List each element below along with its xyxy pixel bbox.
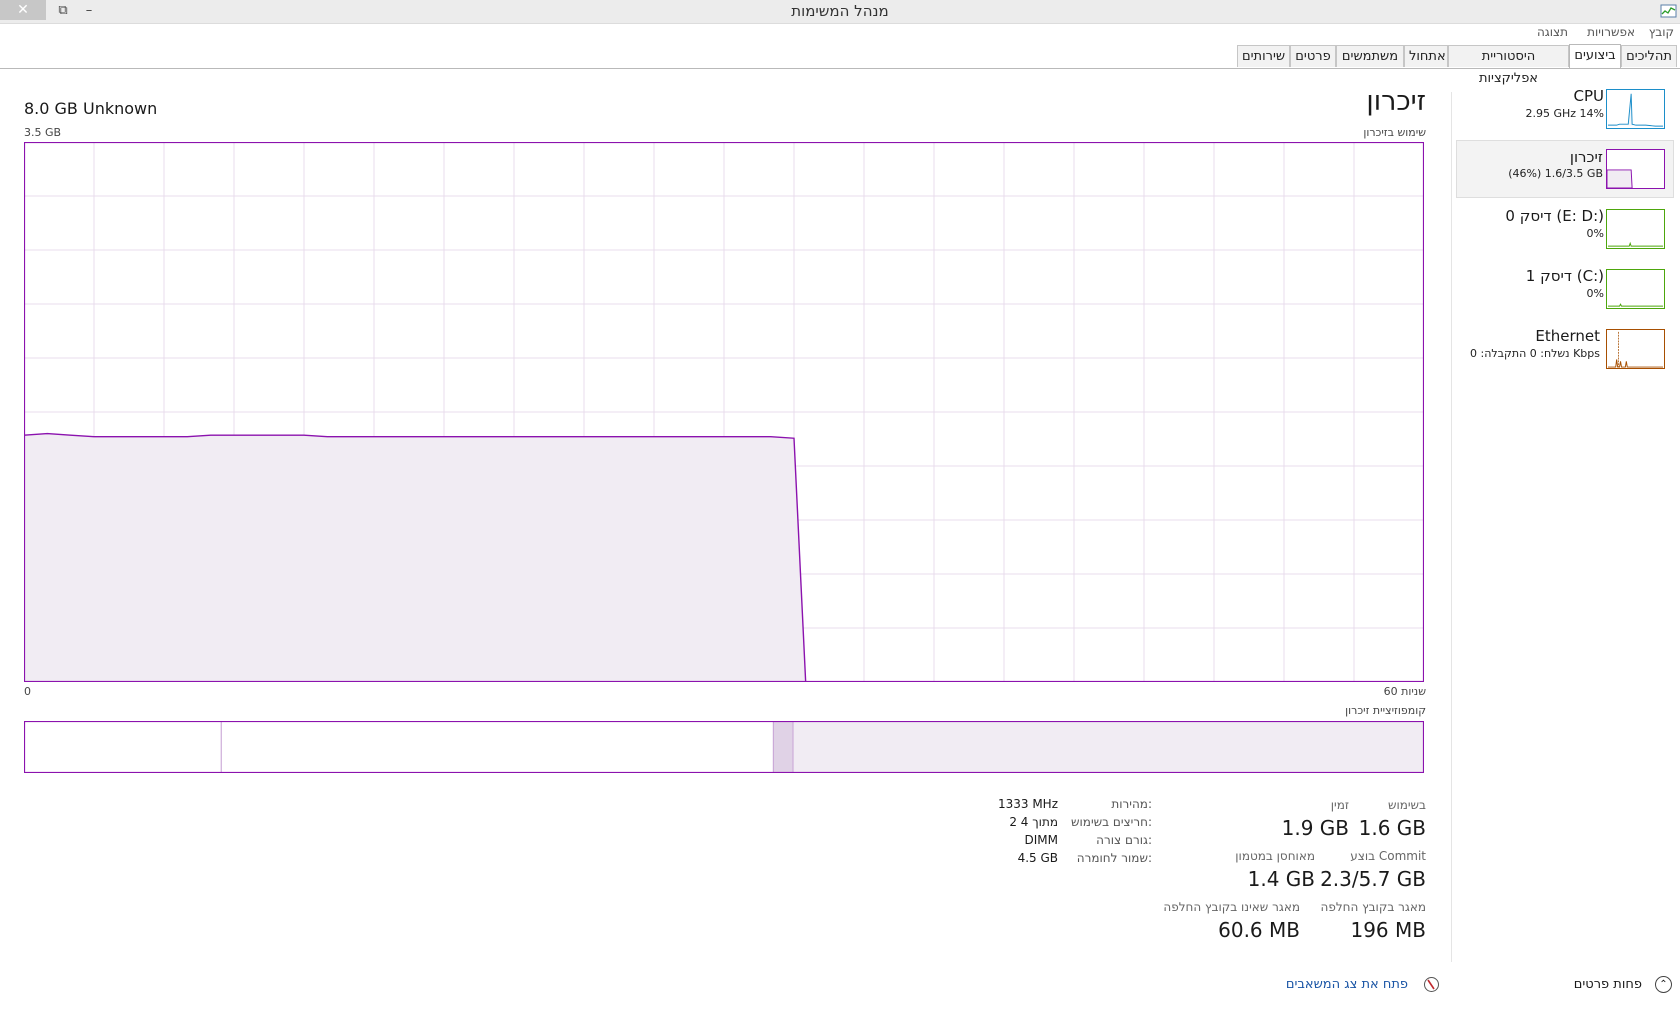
fewer-details-link[interactable]: פחות פרטים <box>1574 977 1642 992</box>
menu-view[interactable]: תצוגה <box>1537 25 1568 39</box>
composition-label: קומפוזיציית זיכרון <box>1345 704 1426 717</box>
available-value: 1.9 GB <box>1281 816 1349 840</box>
commit-value: 2.3/5.7 GB <box>1320 867 1426 891</box>
tab-services[interactable]: שירותים <box>1237 45 1290 67</box>
window-title: מנהל המשימות <box>791 2 889 20</box>
nonpaged-pool-label: מאגר שאינו בקובץ החלפה <box>1163 900 1300 914</box>
resource-memory[interactable]: זיכרון (46%) 1.6/3.5 GB <box>1456 140 1674 198</box>
resource-memory-title: זיכרון <box>1569 148 1603 166</box>
chart-series <box>24 432 807 682</box>
paged-pool-label: מאגר בקובץ החלפה <box>1320 900 1427 914</box>
resource-ethernet-title: Ethernet <box>1535 327 1600 345</box>
resource-cpu[interactable]: CPU 2.95 GHz 14% <box>1456 80 1674 138</box>
memory-model: 8.0 GB Unknown <box>24 99 158 118</box>
chart-x-time-label: 60 שניות <box>1383 685 1426 698</box>
hardware-reserved-label: שמור לחומרה: <box>1076 851 1152 865</box>
resource-ethernet[interactable]: Ethernet נשלח: 0 התקבלה: 0 Kbps <box>1452 320 1676 378</box>
in-use-label: בשימוש <box>1387 798 1426 812</box>
resource-memory-sub: (46%) 1.6/3.5 GB <box>1508 167 1603 180</box>
cached-value: 1.4 GB <box>1247 867 1315 891</box>
composition-segment-standby[interactable] <box>220 721 774 773</box>
resource-monitor-icon <box>1424 977 1439 992</box>
tab-details[interactable]: פרטים <box>1290 45 1336 67</box>
composition-segment-modified[interactable] <box>772 721 794 773</box>
resource-cpu-title: CPU <box>1573 87 1605 105</box>
available-label: זמין <box>1330 798 1349 812</box>
resource-disk1-sub: 0% <box>1586 287 1604 300</box>
page-title: זיכרון <box>1366 86 1426 117</box>
in-use-value: 1.6 GB <box>1358 816 1426 840</box>
resource-disk-0[interactable]: דיסק 0 (E: D:) 0% <box>1456 200 1674 258</box>
resource-disk0-sub: 0% <box>1586 227 1604 240</box>
commit-label: בוצע Commit <box>1350 849 1426 863</box>
memory-thumbnail <box>1606 149 1665 189</box>
speed-label: מהירות: <box>1111 797 1152 811</box>
chart-x-min-label: 0 <box>24 685 31 698</box>
memory-usage-chart <box>24 142 1424 682</box>
menu-bar <box>0 23 1680 41</box>
restore-button[interactable]: ⧉ <box>52 0 74 20</box>
resource-disk-1[interactable]: דיסק 1 (C:) 0% <box>1456 260 1674 318</box>
chart-max-label: 3.5 GB <box>24 126 62 139</box>
disk1-thumbnail <box>1606 269 1665 309</box>
disk0-thumbnail <box>1606 209 1665 249</box>
cpu-thumbnail <box>1606 89 1665 129</box>
slots-value: 2 מתוך 4 <box>1009 815 1058 829</box>
chart-title: שימוש בזיכרון <box>1363 126 1426 139</box>
menu-options[interactable]: אפשרויות <box>1587 25 1635 39</box>
resource-disk1-title: דיסק 1 (C:) <box>1525 267 1604 285</box>
memory-composition-bar <box>24 721 1424 773</box>
tab-app-history[interactable]: היסטוריית אפליקציות <box>1448 45 1569 86</box>
tab-users[interactable]: משתמשים <box>1336 45 1404 67</box>
ethernet-thumbnail <box>1606 329 1665 369</box>
menu-file[interactable]: קובץ <box>1649 25 1674 39</box>
speed-value: 1333 MHz <box>997 797 1058 811</box>
resource-cpu-sub: 2.95 GHz 14% <box>1525 107 1604 120</box>
form-factor-label: גורם צורה: <box>1096 833 1152 847</box>
composition-segment-free[interactable] <box>24 721 222 773</box>
cached-label: מאוחסן במטמון <box>1235 849 1315 863</box>
tab-processes[interactable]: תהליכים <box>1621 45 1677 67</box>
resource-ethernet-sub: נשלח: 0 התקבלה: 0 Kbps <box>1470 347 1600 360</box>
tab-performance[interactable]: ביצועים <box>1569 44 1621 68</box>
paged-pool-value: 196 MB <box>1350 918 1426 942</box>
form-factor-value: DIMM <box>1024 833 1059 847</box>
hardware-reserved-value: 4.5 GB <box>1017 851 1058 865</box>
close-button[interactable]: ✕ <box>0 0 46 20</box>
chevron-up-icon[interactable]: ⌃ <box>1655 976 1672 993</box>
resource-disk0-title: דיסק 0 (E: D:) <box>1505 207 1604 225</box>
nonpaged-pool-value: 60.6 MB <box>1218 918 1300 942</box>
minimize-button[interactable]: – <box>78 0 100 20</box>
memory-usage-area <box>24 433 806 682</box>
open-resource-monitor-link[interactable]: פתח את צג המשאבים <box>1286 977 1408 992</box>
slots-label: חריצים בשימוש: <box>1071 815 1152 829</box>
tab-startup[interactable]: אתחול <box>1404 45 1448 67</box>
pane-divider <box>1451 92 1452 962</box>
task-manager-app-icon <box>1660 4 1677 18</box>
composition-segment-in-use[interactable] <box>792 721 1424 773</box>
